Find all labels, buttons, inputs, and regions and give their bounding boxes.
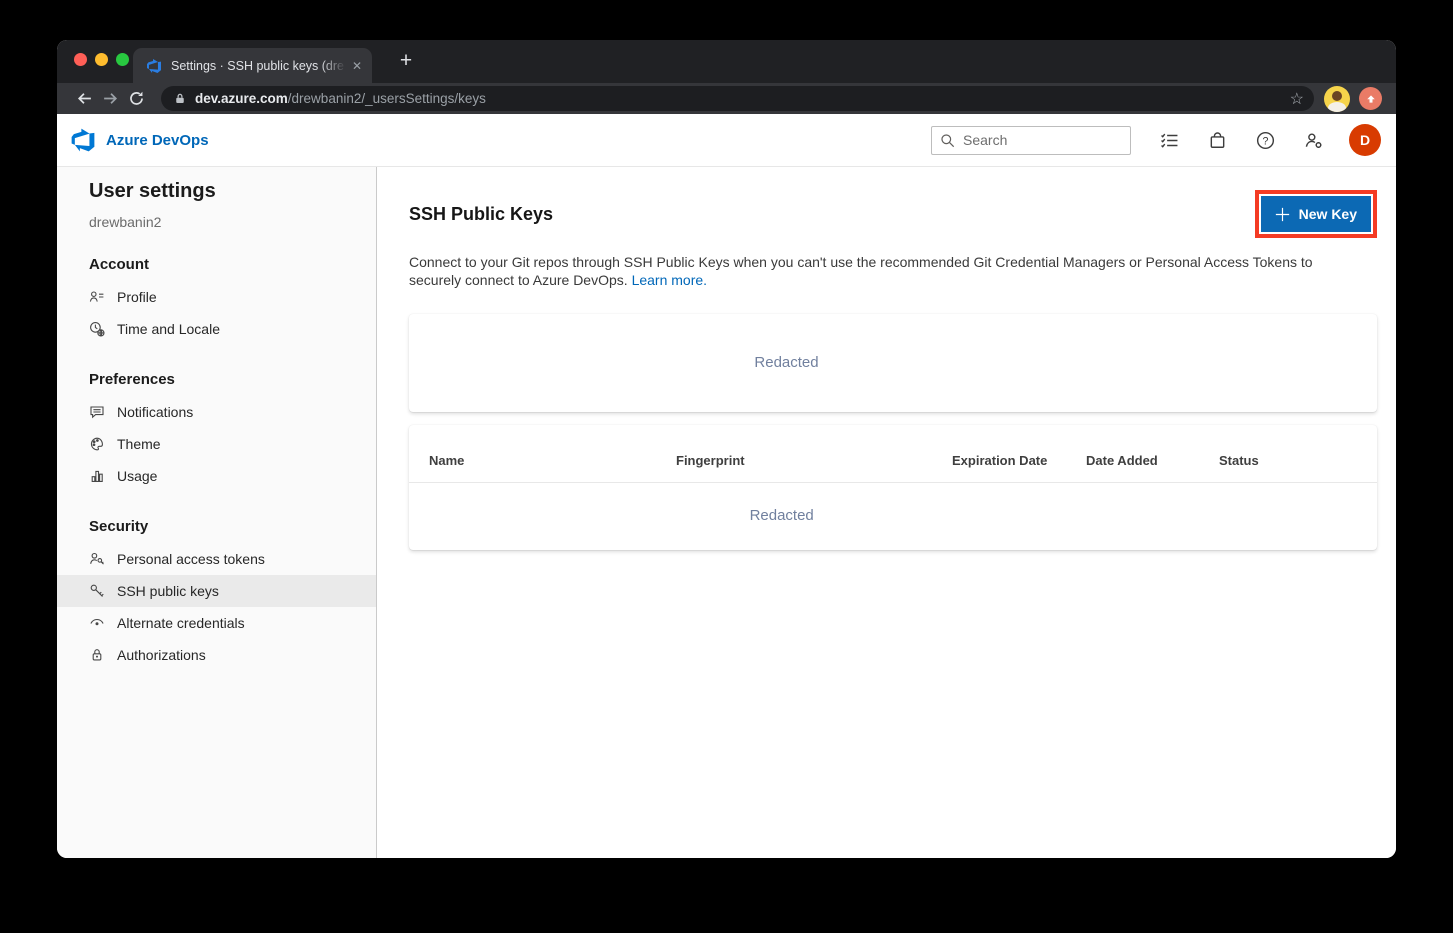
sidebar-item-alternate-credentials[interactable]: Alternate credentials xyxy=(57,607,376,639)
tab-close-icon[interactable]: ✕ xyxy=(352,59,362,73)
profile-icon xyxy=(89,289,106,306)
sidebar-item-ssh-public-keys[interactable]: SSH public keys xyxy=(57,575,376,607)
sidebar-item-label: SSH public keys xyxy=(117,583,219,599)
table-header-row: Name Fingerprint Expiration Date Date Ad… xyxy=(409,425,1377,483)
search-icon xyxy=(940,133,955,148)
sidebar-item-theme[interactable]: Theme xyxy=(57,428,376,460)
sidebar-section-security: Security xyxy=(57,518,376,535)
alternate-credentials-icon xyxy=(89,615,106,632)
column-header-fingerprint: Fingerprint xyxy=(676,453,952,468)
tab-bar: Settings · SSH public keys (dre ✕ + xyxy=(57,40,1396,83)
ssh-key-icon xyxy=(89,583,106,600)
lock-icon xyxy=(174,92,186,105)
back-icon[interactable] xyxy=(71,86,97,112)
user-settings-gear-icon[interactable] xyxy=(1303,130,1323,150)
sidebar-item-usage[interactable]: Usage xyxy=(57,460,376,492)
browser-tab[interactable]: Settings · SSH public keys (dre ✕ xyxy=(133,48,372,83)
sidebar-item-profile[interactable]: Profile xyxy=(57,281,376,313)
user-avatar[interactable]: D xyxy=(1349,124,1381,156)
sidebar-item-label: Authorizations xyxy=(117,647,206,663)
header-actions: ? D xyxy=(931,124,1381,156)
url-domain: dev.azure.com xyxy=(195,91,288,106)
sidebar-item-authorizations[interactable]: Authorizations xyxy=(57,639,376,671)
chrome-profile-avatar[interactable] xyxy=(1324,86,1350,112)
settings-sidebar: User settings drewbanin2 Account Profile… xyxy=(57,167,377,858)
checklist-icon[interactable] xyxy=(1159,130,1179,150)
search-box[interactable] xyxy=(931,126,1131,155)
column-header-date-added: Date Added xyxy=(1086,453,1219,468)
notifications-icon xyxy=(89,404,106,421)
ssh-key-info-card: Redacted xyxy=(409,314,1377,412)
tab-title: Settings · SSH public keys (dre xyxy=(171,59,346,73)
new-tab-button[interactable]: + xyxy=(393,49,419,75)
sidebar-item-label: Alternate credentials xyxy=(117,615,245,631)
page-title: SSH Public Keys xyxy=(409,204,553,225)
sidebar-item-label: Profile xyxy=(117,289,157,305)
redacted-text: Redacted xyxy=(750,507,814,524)
sidebar-item-notifications[interactable]: Notifications xyxy=(57,396,376,428)
sidebar-item-label: Notifications xyxy=(117,404,193,420)
highlight-box: New Key xyxy=(1255,190,1377,238)
page-description: Connect to your Git repos through SSH Pu… xyxy=(409,254,1357,290)
sidebar-section-account: Account xyxy=(57,256,376,273)
app-header: Azure DevOps ? D xyxy=(57,114,1396,167)
bookmark-star-icon[interactable]: ☆ xyxy=(1290,89,1304,109)
theme-icon xyxy=(89,436,106,453)
sidebar-username: drewbanin2 xyxy=(57,214,376,230)
url-path: /drewbanin2/_usersSettings/keys xyxy=(288,91,486,106)
column-header-name: Name xyxy=(429,453,676,468)
new-key-button[interactable]: New Key xyxy=(1261,196,1371,232)
address-bar[interactable]: dev.azure.com/drewbanin2/_usersSettings/… xyxy=(161,86,1314,111)
time-locale-icon xyxy=(89,321,106,338)
column-header-status: Status xyxy=(1219,453,1259,468)
main-content: SSH Public Keys New Key Connect to your … xyxy=(377,167,1396,858)
help-icon[interactable]: ? xyxy=(1255,130,1275,150)
sidebar-item-label: Personal access tokens xyxy=(117,551,265,567)
ssh-keys-table: Name Fingerprint Expiration Date Date Ad… xyxy=(409,425,1377,550)
personal-access-tokens-icon xyxy=(89,551,106,568)
traffic-lights xyxy=(74,53,129,66)
avatar-photo xyxy=(1332,91,1342,101)
plus-icon xyxy=(1275,207,1290,222)
sidebar-item-personal-access-tokens[interactable]: Personal access tokens xyxy=(57,543,376,575)
azure-devops-favicon xyxy=(146,58,162,74)
forward-icon[interactable] xyxy=(97,86,123,112)
browser-toolbar: dev.azure.com/drewbanin2/_usersSettings/… xyxy=(57,83,1396,114)
redacted-text: Redacted xyxy=(754,354,818,371)
column-header-expiration-date: Expiration Date xyxy=(952,453,1086,468)
authorizations-icon xyxy=(89,647,106,664)
search-input[interactable] xyxy=(963,132,1113,148)
table-body: Redacted xyxy=(409,483,1377,550)
sidebar-item-time-and-locale[interactable]: Time and Locale xyxy=(57,313,376,345)
azure-devops-logo-icon xyxy=(70,127,96,153)
chrome-update-icon[interactable] xyxy=(1359,87,1382,110)
sidebar-item-label: Usage xyxy=(117,468,157,484)
sidebar-item-label: Time and Locale xyxy=(117,321,220,337)
marketplace-bag-icon[interactable] xyxy=(1207,130,1227,150)
page-body: User settings drewbanin2 Account Profile… xyxy=(57,167,1396,858)
brand-name: Azure DevOps xyxy=(106,132,209,149)
browser-window: Settings · SSH public keys (dre ✕ + dev.… xyxy=(57,40,1396,858)
close-window-button[interactable] xyxy=(74,53,87,66)
minimize-window-button[interactable] xyxy=(95,53,108,66)
svg-text:?: ? xyxy=(1262,135,1268,147)
usage-icon xyxy=(89,468,106,485)
azure-devops-home-link[interactable]: Azure DevOps xyxy=(70,127,209,153)
learn-more-link[interactable]: Learn more. xyxy=(632,272,707,288)
sidebar-section-preferences: Preferences xyxy=(57,371,376,388)
reload-icon[interactable] xyxy=(123,86,149,112)
sidebar-title: User settings xyxy=(57,180,376,203)
maximize-window-button[interactable] xyxy=(116,53,129,66)
sidebar-item-label: Theme xyxy=(117,436,161,452)
